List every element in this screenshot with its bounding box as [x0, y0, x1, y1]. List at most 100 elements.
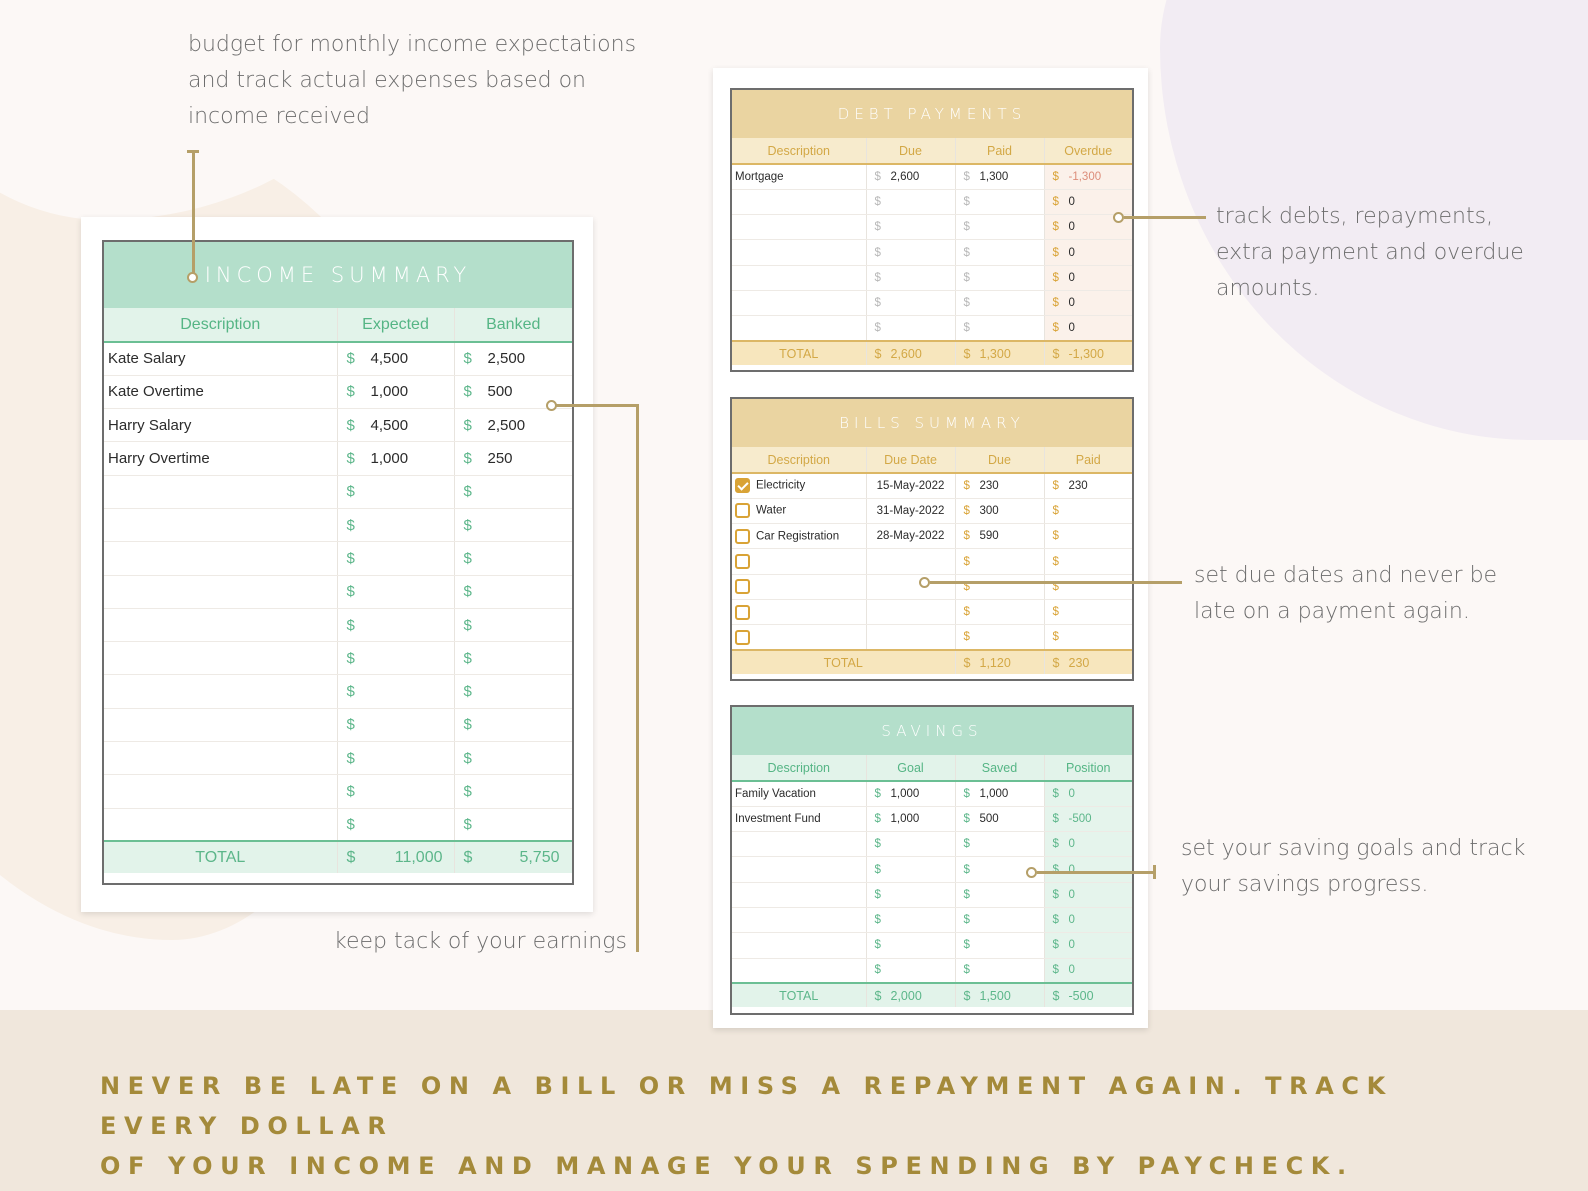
expected-cell[interactable]: $4,500: [337, 342, 455, 376]
expected-cell[interactable]: $: [337, 608, 455, 643]
banked-cell[interactable]: $: [454, 575, 572, 609]
paid-cell[interactable]: $: [955, 265, 1045, 291]
saved-cell[interactable]: $: [955, 907, 1045, 934]
goal-cell[interactable]: $: [866, 831, 956, 858]
expected-cell[interactable]: $: [337, 541, 455, 576]
saved-cell[interactable]: $500: [955, 806, 1045, 833]
due-date-cell[interactable]: [866, 548, 956, 575]
due-cell[interactable]: $: [866, 265, 956, 291]
paid-cell[interactable]: $1,300: [955, 164, 1045, 190]
banked-cell[interactable]: $: [454, 674, 572, 709]
expected-cell[interactable]: $: [337, 674, 455, 709]
goal-cell[interactable]: $1,000: [866, 806, 956, 833]
paid-cell[interactable]: $: [1044, 498, 1132, 525]
description-cell[interactable]: [732, 214, 867, 241]
description-cell[interactable]: Harry Overtime: [104, 441, 338, 476]
description-cell[interactable]: Electricity: [732, 473, 867, 499]
due-date-cell[interactable]: 31-May-2022: [866, 498, 956, 525]
due-cell[interactable]: $590: [955, 523, 1045, 550]
description-cell[interactable]: Kate Overtime: [104, 375, 338, 410]
goal-cell[interactable]: $1,000: [866, 781, 956, 807]
description-cell[interactable]: [732, 290, 867, 317]
due-date-cell[interactable]: [866, 599, 956, 626]
paid-cell[interactable]: $: [955, 315, 1045, 342]
description-cell[interactable]: [104, 641, 338, 676]
description-cell[interactable]: [732, 548, 867, 575]
paid-cell[interactable]: $: [955, 290, 1045, 317]
description-cell[interactable]: Kate Salary: [104, 342, 338, 376]
paid-cell[interactable]: $: [1044, 599, 1132, 626]
description-cell[interactable]: [104, 774, 338, 809]
due-cell[interactable]: $2,600: [866, 164, 956, 190]
checkbox[interactable]: [735, 579, 750, 595]
paid-cell[interactable]: $230: [1044, 473, 1132, 499]
description-cell[interactable]: [732, 574, 867, 600]
goal-cell[interactable]: $: [866, 932, 956, 959]
description-cell[interactable]: [104, 508, 338, 543]
description-cell[interactable]: [732, 624, 867, 651]
expected-cell[interactable]: $: [337, 641, 455, 676]
checkbox[interactable]: [735, 528, 750, 544]
description-cell[interactable]: [732, 932, 867, 959]
banked-cell[interactable]: $: [454, 475, 572, 509]
due-date-cell[interactable]: [866, 624, 956, 651]
description-cell[interactable]: [732, 831, 867, 858]
due-date-cell[interactable]: [866, 574, 956, 600]
description-cell[interactable]: [732, 599, 867, 626]
due-cell[interactable]: $: [866, 239, 956, 266]
description-cell[interactable]: [732, 882, 867, 908]
banked-cell[interactable]: $: [454, 641, 572, 676]
due-date-cell[interactable]: 15-May-2022: [866, 473, 956, 499]
banked-cell[interactable]: $: [454, 708, 572, 743]
saved-cell[interactable]: $: [955, 958, 1045, 984]
due-cell[interactable]: $: [955, 548, 1045, 575]
saved-cell[interactable]: $: [955, 831, 1045, 858]
description-cell[interactable]: Harry Salary: [104, 408, 338, 443]
banked-cell[interactable]: $: [454, 541, 572, 576]
paid-cell[interactable]: $: [1044, 624, 1132, 651]
description-cell[interactable]: [732, 315, 867, 342]
expected-cell[interactable]: $: [337, 741, 455, 776]
description-cell[interactable]: Water: [732, 498, 867, 525]
description-cell[interactable]: Car Registration: [732, 523, 867, 550]
banked-cell[interactable]: $250: [454, 441, 572, 476]
checkbox[interactable]: [735, 604, 750, 620]
paid-cell[interactable]: $: [955, 239, 1045, 266]
description-cell[interactable]: [732, 189, 867, 216]
checkbox[interactable]: [735, 503, 750, 519]
banked-cell[interactable]: $: [454, 741, 572, 776]
description-cell[interactable]: [104, 475, 338, 509]
description-cell[interactable]: [104, 575, 338, 609]
description-cell[interactable]: [104, 808, 338, 842]
description-cell[interactable]: [104, 674, 338, 709]
paid-cell[interactable]: $: [955, 189, 1045, 216]
goal-cell[interactable]: $: [866, 856, 956, 883]
expected-cell[interactable]: $: [337, 808, 455, 842]
description-cell[interactable]: [732, 907, 867, 934]
banked-cell[interactable]: $: [454, 608, 572, 643]
due-cell[interactable]: $: [866, 290, 956, 317]
description-cell[interactable]: [732, 856, 867, 883]
description-cell[interactable]: [104, 608, 338, 643]
due-cell[interactable]: $: [955, 624, 1045, 651]
saved-cell[interactable]: $: [955, 882, 1045, 908]
due-cell[interactable]: $: [866, 189, 956, 216]
due-cell[interactable]: $230: [955, 473, 1045, 499]
description-cell[interactable]: [104, 708, 338, 743]
goal-cell[interactable]: $: [866, 958, 956, 984]
banked-cell[interactable]: $: [454, 808, 572, 842]
saved-cell[interactable]: $1,000: [955, 781, 1045, 807]
description-cell[interactable]: [732, 958, 867, 984]
description-cell[interactable]: [104, 741, 338, 776]
goal-cell[interactable]: $: [866, 907, 956, 934]
expected-cell[interactable]: $1,000: [337, 441, 455, 476]
banked-cell[interactable]: $: [454, 508, 572, 543]
paid-cell[interactable]: $: [1044, 548, 1132, 575]
banked-cell[interactable]: $2,500: [454, 408, 572, 443]
expected-cell[interactable]: $: [337, 774, 455, 809]
checkbox[interactable]: [735, 629, 750, 645]
due-date-cell[interactable]: 28-May-2022: [866, 523, 956, 550]
goal-cell[interactable]: $: [866, 882, 956, 908]
due-cell[interactable]: $: [955, 574, 1045, 600]
description-cell[interactable]: [104, 541, 338, 576]
